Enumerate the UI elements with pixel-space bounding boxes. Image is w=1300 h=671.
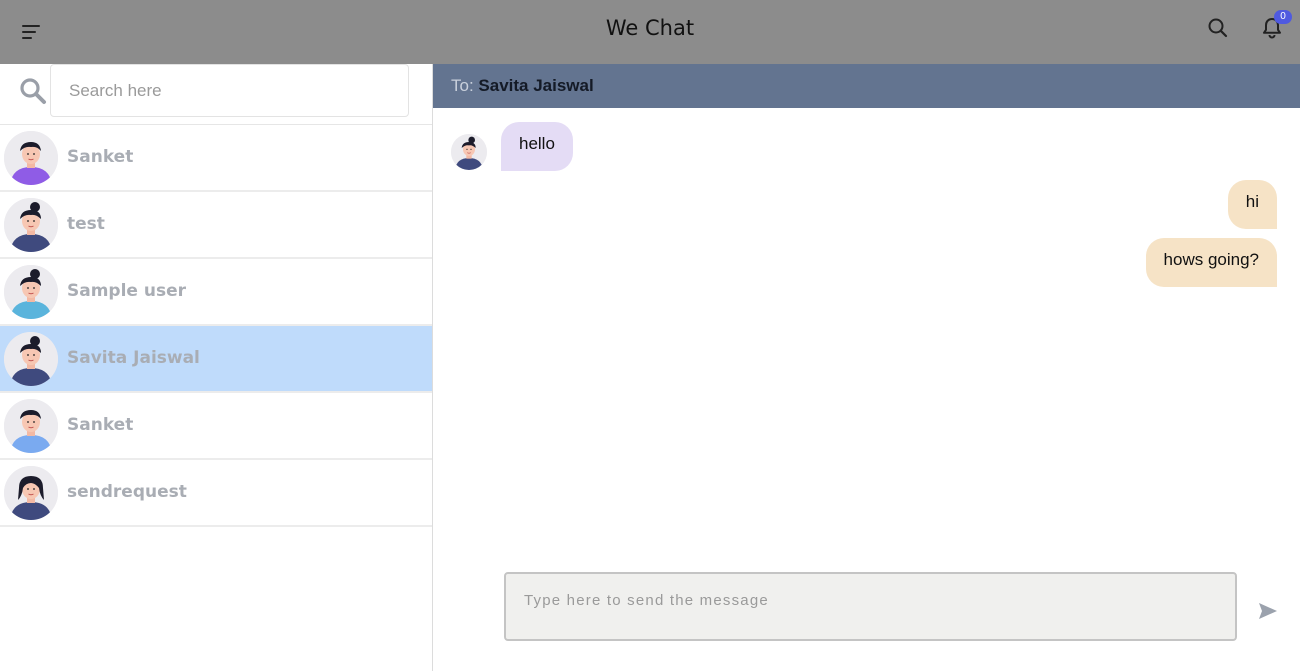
contacts-sidebar: Sanket test Sample user Savita Jaiswal S… [0,64,433,671]
contact-item[interactable]: Savita Jaiswal [0,326,432,393]
contact-name: test [67,214,105,234]
contact-item[interactable]: Sample user [0,259,432,326]
search-icon[interactable] [1204,14,1232,42]
search-icon [18,76,48,106]
contact-item[interactable]: sendrequest [0,460,432,527]
search-input[interactable] [50,64,409,117]
contact-name: Sanket [67,415,134,435]
message-bubble-outgoing: hi [1227,180,1277,229]
message-bubble-outgoing: hows going? [1145,238,1277,287]
contact-name: Savita Jaiswal [67,348,200,368]
contact-list: Sanket test Sample user Savita Jaiswal S… [0,125,432,527]
message-input[interactable] [504,572,1237,641]
recipient-name: Savita Jaiswal [478,76,594,95]
chat-header: To: Savita Jaiswal [433,64,1300,108]
contact-name: Sample user [67,281,187,301]
send-icon[interactable] [1256,599,1280,623]
top-app-bar: We Chat 0 [0,0,1300,64]
contact-name: Sanket [67,147,134,167]
avatar [4,466,58,520]
contact-name: sendrequest [67,482,187,502]
contact-item[interactable]: Sanket [0,125,432,192]
contact-item[interactable]: test [0,192,432,259]
app-title: We Chat [605,16,695,40]
to-label: To: [451,76,479,95]
notification-badge: 0 [1274,10,1292,24]
menu-icon[interactable] [14,14,50,50]
message-bubble-incoming: hello [501,122,573,171]
avatar [4,131,58,185]
avatar [4,332,58,386]
avatar [4,399,58,453]
contact-item[interactable]: Sanket [0,393,432,460]
contact-search-row [0,64,432,125]
avatar [4,265,58,319]
chat-panel: To: Savita Jaiswal hello hi hows going? [433,64,1300,671]
sender-avatar [451,134,487,170]
avatar [4,198,58,252]
